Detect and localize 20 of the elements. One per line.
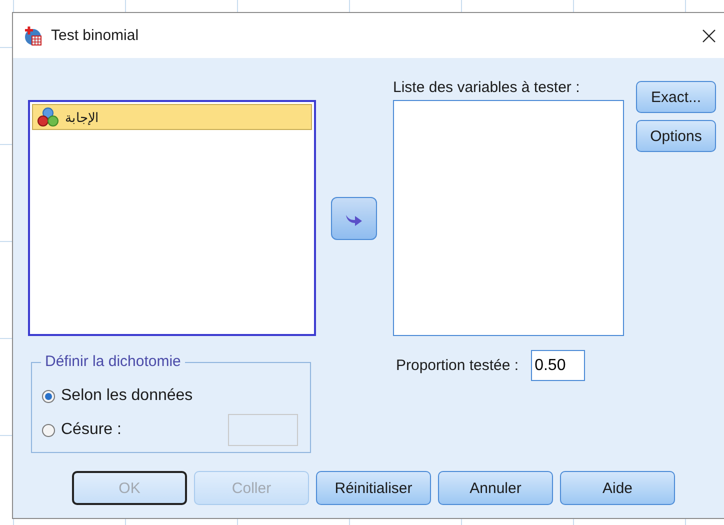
move-button[interactable] bbox=[331, 197, 377, 240]
list-label: Liste des variables à tester : bbox=[393, 79, 581, 97]
option-label: Césure : bbox=[61, 421, 122, 439]
dialog-button[interactable]: Annuler bbox=[438, 471, 553, 505]
proportion-label: Proportion testée : bbox=[396, 356, 519, 374]
nominal-variable-icon bbox=[37, 107, 59, 127]
dialog-button[interactable]: Options bbox=[636, 120, 716, 152]
close-icon[interactable] bbox=[701, 28, 717, 44]
app-icon bbox=[23, 26, 43, 46]
dialog-button[interactable]: Aide bbox=[560, 471, 675, 505]
option-label: Selon les données bbox=[61, 387, 193, 405]
proportion-field[interactable]: 0.50 bbox=[530, 350, 585, 381]
window-title: Test binomial bbox=[51, 27, 139, 44]
variable-name: الإجابة bbox=[65, 110, 99, 124]
list-item[interactable]: الإجابة bbox=[32, 104, 312, 130]
variable-list[interactable]: الإجابة bbox=[28, 100, 316, 336]
dialog-button[interactable]: Réinitialiser bbox=[316, 471, 431, 505]
radio-button[interactable] bbox=[42, 390, 55, 402]
radio-button[interactable] bbox=[42, 424, 55, 436]
dialog-button[interactable]: Exact... bbox=[636, 81, 716, 113]
